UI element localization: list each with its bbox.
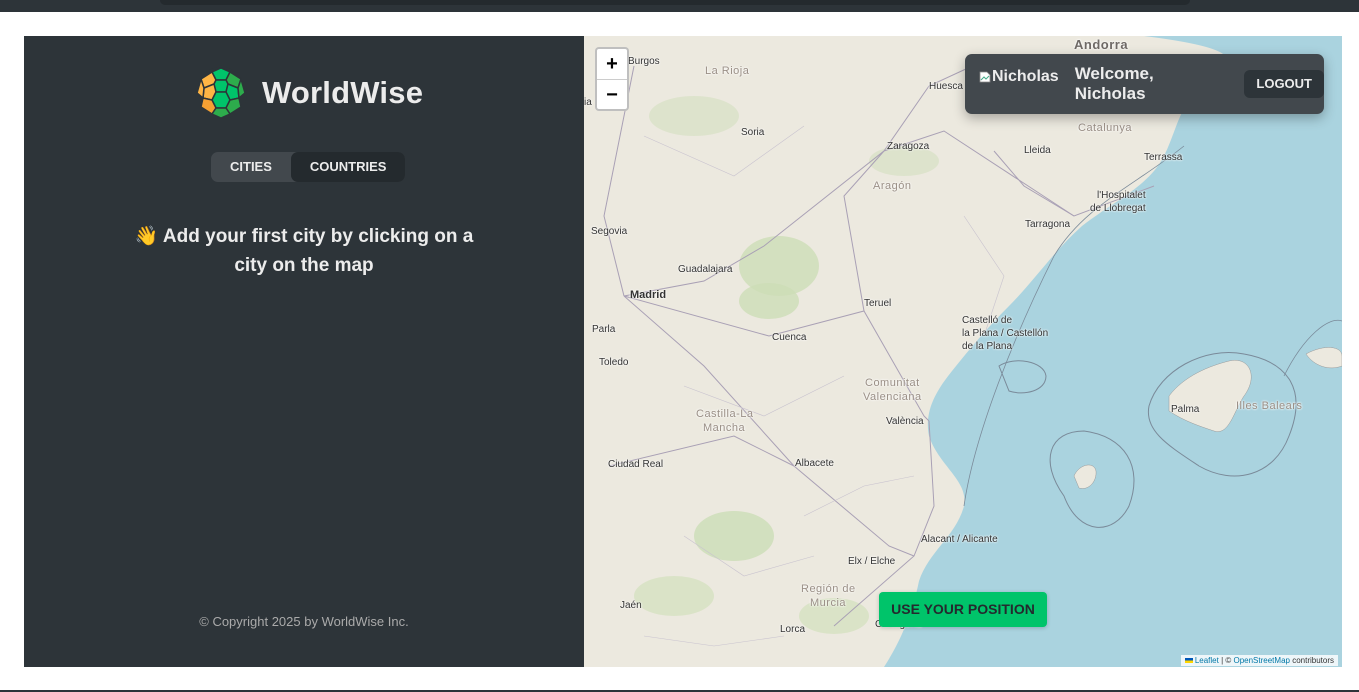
map-label-ciudad-real: Ciudad Real (608, 459, 664, 470)
copyright-footer: © Copyright 2025 by WorldWise Inc. (199, 614, 409, 629)
map-label-madrid: Madrid (630, 289, 667, 301)
zoom-in-button[interactable]: + (597, 49, 627, 80)
leaflet-link[interactable]: Leaflet (1195, 656, 1219, 665)
map-label-castilla-2: Mancha (703, 422, 746, 434)
map-label-lleida: Lleida (1024, 145, 1051, 156)
tab-switcher: CITIES COUNTRIES (211, 152, 406, 182)
map-label-cuenca: Cuenca (772, 332, 807, 343)
map-label-tarragona: Tarragona (1025, 219, 1071, 230)
map-label-alacant: Alacant / Alicante (921, 534, 998, 545)
map-label-hospitalet-1: l'Hospitalet (1097, 190, 1146, 201)
map-label-catalunya: Catalunya (1078, 122, 1133, 134)
map-label-teruel: Teruel (864, 298, 892, 309)
map-label-elx: Elx / Elche (848, 556, 896, 567)
map-attribution: Leaflet | © OpenStreetMap contributors (1180, 655, 1338, 666)
map-label-terrassa: Terrassa (1144, 152, 1183, 163)
attribution-suffix: contributors (1289, 656, 1334, 665)
attribution-separator: | © (1218, 656, 1234, 665)
map-label-comunitat-1: Comunitat (865, 377, 920, 389)
map-label-soria: Soria (741, 127, 765, 138)
map-label-guadalajara: Guadalajara (678, 264, 733, 275)
map-label-jaen: Jaén (620, 600, 642, 611)
map-label-segovia: Segovia (591, 226, 628, 237)
broken-image-icon (979, 71, 991, 83)
map-label-castello-2: la Plana / Castellón (962, 328, 1049, 339)
map-label-aragon: Aragón (873, 180, 912, 192)
zoom-control: + − (595, 47, 629, 111)
map-label-burgos: Burgos (628, 56, 660, 67)
map-label-la-rioja: La Rioja (705, 65, 750, 77)
map-label-albacete: Albacete (795, 458, 834, 469)
map-label-zaragoza: Zaragoza (887, 141, 930, 152)
app-name: WorldWise (262, 75, 424, 110)
globe-logo-icon (195, 67, 247, 119)
map-label-castello-3: de la Plana (962, 341, 1013, 352)
zoom-out-button[interactable]: − (597, 80, 627, 109)
avatar: Nicholas (979, 68, 1059, 86)
logout-button[interactable]: LOGOUT (1244, 70, 1324, 98)
map-label-parla: Parla (592, 324, 616, 335)
map-label-toledo: Toledo (599, 357, 629, 368)
map-container[interactable]: Andorra Burgos La Rioja ia Huesca Soria … (584, 36, 1342, 667)
map-label-valencia: València (886, 416, 924, 427)
map-label-illes-balears: Illes Balears (1236, 400, 1303, 412)
map-label-ia: ia (584, 97, 592, 108)
tab-cities[interactable]: CITIES (211, 152, 291, 182)
address-bar-edge (160, 0, 1190, 5)
map-label-huesca: Huesca (929, 81, 963, 92)
browser-top-strip (0, 0, 1359, 12)
map-label-castello-1: Castelló de (962, 315, 1013, 326)
logo[interactable]: WorldWise (194, 66, 423, 120)
map-label-andorra: Andorra (1074, 37, 1129, 52)
map-label-region-murcia-1: Región de (801, 583, 856, 595)
map-label-region-murcia-2: Murcia (810, 597, 847, 609)
empty-state-message: 👋 Add your first city by clicking on a c… (134, 226, 474, 276)
sidebar: WorldWise CITIES COUNTRIES 👋 Add your fi… (24, 36, 584, 667)
avatar-alt-text: Nicholas (992, 68, 1059, 85)
use-position-button[interactable]: USE YOUR POSITION (879, 592, 1047, 627)
welcome-text: Welcome, Nicholas (1074, 64, 1154, 103)
map-label-palma: Palma (1171, 404, 1200, 415)
map-label-castilla-1: Castilla-La (696, 408, 754, 420)
map-label-lorca: Lorca (780, 624, 806, 635)
map-label-hospitalet-2: de Llobregat (1090, 203, 1146, 214)
user-panel: Nicholas Welcome, Nicholas LOGOUT (965, 54, 1324, 114)
tab-countries[interactable]: COUNTRIES (290, 152, 406, 182)
ukraine-flag-icon (1184, 658, 1193, 664)
openstreetmap-link[interactable]: OpenStreetMap (1233, 656, 1289, 665)
map-label-comunitat-2: Valenciana (863, 391, 922, 403)
